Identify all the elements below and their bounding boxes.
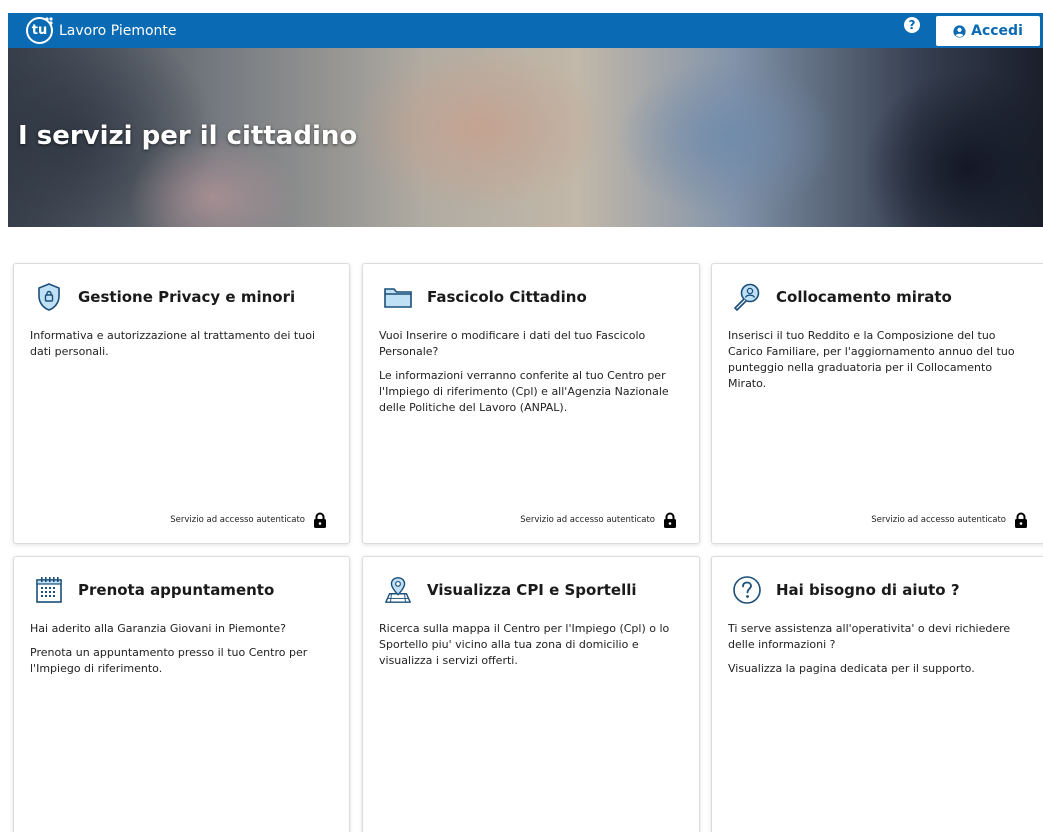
card-header: Fascicolo Cittadino <box>383 282 587 312</box>
card-paragraph: Vuoi Inserire o modificare i dati del tu… <box>379 329 646 358</box>
card-description: Inserisci il tuo Reddito e la Composizio… <box>728 328 1032 400</box>
card-title: Hai bisogno di aiuto ? <box>776 581 960 599</box>
map-pin-icon <box>383 575 413 605</box>
auth-required-note: Servizio ad accesso autenticato <box>520 512 677 528</box>
card-paragraph: Informativa e autorizzazione al trattame… <box>30 329 316 358</box>
auth-required-note: Servizio ad accesso autenticato <box>871 512 1028 528</box>
shield-lock-icon <box>34 282 64 312</box>
card-title: Gestione Privacy e minori <box>78 288 296 306</box>
brand-name: Lavoro Piemonte <box>59 22 177 39</box>
login-label: Accedi <box>971 23 1023 39</box>
help-circle-icon <box>732 575 762 605</box>
card-paragraph: Visualizza la pagina dedicata per il sup… <box>728 662 975 675</box>
card-description: Vuoi Inserire o modificare i dati del tu… <box>379 328 681 424</box>
lock-icon <box>1015 512 1027 528</box>
card-header: Hai bisogno di aiuto ? <box>732 575 960 605</box>
service-card-aiuto[interactable]: Hai bisogno di aiuto ? Ti serve assisten… <box>711 556 1043 832</box>
logo-dots-icon <box>45 17 53 25</box>
card-paragraph: Le informazioni verranno conferite al tu… <box>379 369 669 414</box>
card-description: Hai aderito alla Garanzia Giovani in Pie… <box>30 621 331 685</box>
service-card-privacy[interactable]: Gestione Privacy e minori Informativa e … <box>13 263 350 544</box>
logo-mark: tu <box>26 17 53 44</box>
auth-required-note: Servizio ad accesso autenticato <box>170 512 327 528</box>
card-header: Visualizza CPI e Sportelli <box>383 575 637 605</box>
card-header: Prenota appuntamento <box>34 575 274 605</box>
card-description: Informativa e autorizzazione al trattame… <box>30 328 331 368</box>
service-card-prenota[interactable]: Prenota appuntamento Hai aderito alla Ga… <box>13 556 350 832</box>
lock-icon <box>664 512 676 528</box>
card-paragraph: Inserisci il tuo Reddito e la Composizio… <box>728 329 1015 390</box>
card-header: Gestione Privacy e minori <box>34 282 295 312</box>
help-button[interactable]: ? <box>904 17 920 33</box>
user-circle-icon <box>953 24 966 38</box>
help-icon: ? <box>908 18 916 32</box>
site-logo[interactable]: tu Lavoro Piemonte <box>26 17 177 44</box>
card-paragraph: Ti serve assistenza all'operativita' o d… <box>728 622 1011 651</box>
card-title: Visualizza CPI e Sportelli <box>427 581 637 599</box>
top-navbar: tu Lavoro Piemonte ? Accedi <box>8 13 1043 48</box>
hero-banner: I servizi per il cittadino <box>8 48 1043 227</box>
card-paragraph: Ricerca sulla mappa il Centro per l'Impi… <box>379 622 670 667</box>
card-description: Ti serve assistenza all'operativita' o d… <box>728 621 1032 685</box>
service-card-collocamento[interactable]: Collocamento mirato Inserisci il tuo Red… <box>711 263 1043 544</box>
page-title: I servizi per il cittadino <box>18 121 358 151</box>
card-title: Collocamento mirato <box>776 288 952 306</box>
login-button[interactable]: Accedi <box>936 16 1040 46</box>
card-header: Collocamento mirato <box>732 282 952 312</box>
service-card-fascicolo[interactable]: Fascicolo Cittadino Vuoi Inserire o modi… <box>362 263 700 544</box>
card-title: Fascicolo Cittadino <box>427 288 587 306</box>
card-paragraph: Prenota un appuntamento presso il tuo Ce… <box>30 646 308 675</box>
service-card-cpi-sportelli[interactable]: Visualizza CPI e Sportelli Ricerca sulla… <box>362 556 700 832</box>
card-paragraph: Hai aderito alla Garanzia Giovani in Pie… <box>30 622 286 635</box>
auth-note-text: Servizio ad accesso autenticato <box>170 515 305 525</box>
auth-note-text: Servizio ad accesso autenticato <box>520 515 655 525</box>
card-title: Prenota appuntamento <box>78 581 275 599</box>
folder-icon <box>383 282 413 312</box>
auth-note-text: Servizio ad accesso autenticato <box>871 515 1006 525</box>
calendar-icon <box>34 575 64 605</box>
person-search-icon <box>732 282 762 312</box>
lock-icon <box>314 512 326 528</box>
card-description: Ricerca sulla mappa il Centro per l'Impi… <box>379 621 681 677</box>
